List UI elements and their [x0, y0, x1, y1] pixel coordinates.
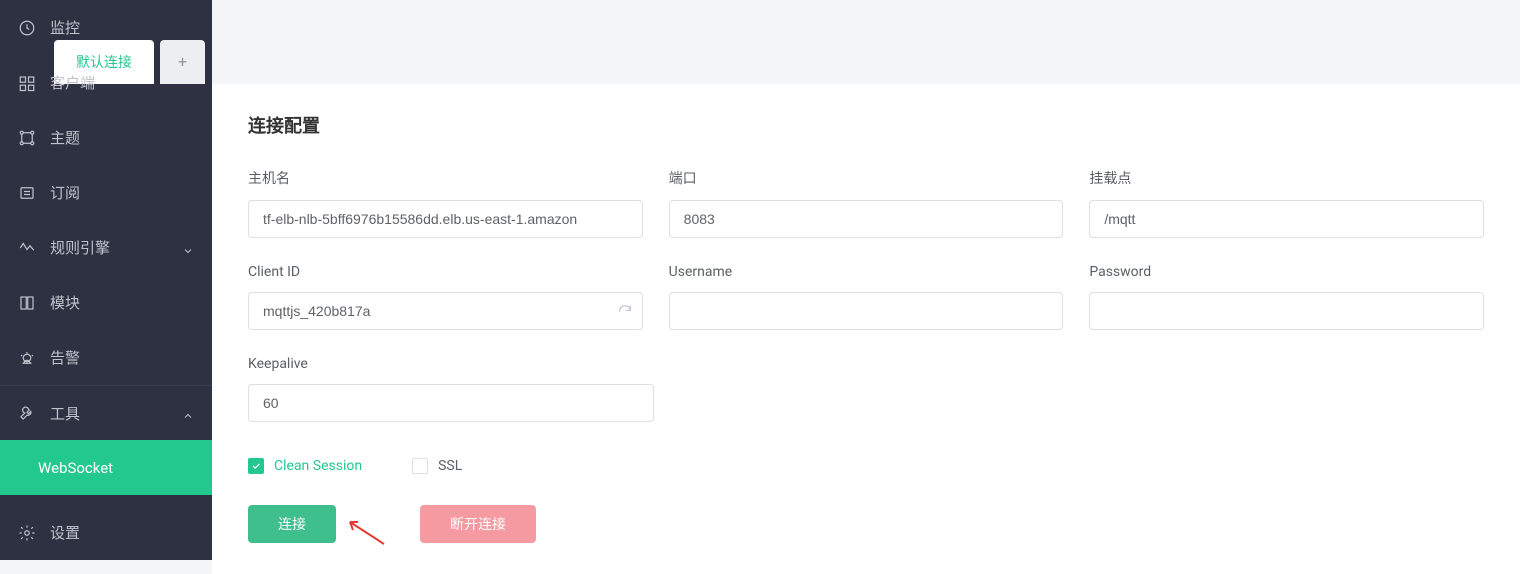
connect-button[interactable]: 连接: [248, 505, 336, 543]
sidebar-item-label: 客户端: [50, 72, 95, 93]
client-id-label: Client ID: [248, 264, 643, 280]
port-label: 端口: [669, 168, 1064, 188]
main-content: 默认连接 + 连接配置 主机名 端口 挂载点: [212, 0, 1520, 560]
keepalive-label: Keepalive: [248, 356, 654, 372]
sidebar-item-label: 主题: [50, 127, 80, 148]
rules-icon: [18, 239, 36, 257]
sidebar-item-alarm[interactable]: 告警: [0, 330, 212, 385]
sidebar-item-topics[interactable]: 主题: [0, 110, 212, 165]
sidebar-item-label: 订阅: [50, 182, 80, 203]
sidebar-item-tools[interactable]: 工具: [0, 385, 212, 440]
port-input[interactable]: [669, 200, 1064, 238]
sidebar-item-websocket[interactable]: WebSocket: [0, 440, 212, 495]
clients-icon: [18, 74, 36, 92]
password-label: Password: [1089, 264, 1484, 280]
subscriptions-icon: [18, 184, 36, 202]
mount-label: 挂载点: [1089, 168, 1484, 188]
ssl-label: SSL: [438, 458, 462, 474]
clean-session-checkbox[interactable]: Clean Session: [248, 458, 362, 474]
tools-icon: [18, 404, 36, 422]
section-title: 连接配置: [248, 112, 1484, 138]
mount-input[interactable]: [1089, 200, 1484, 238]
username-label: Username: [669, 264, 1064, 280]
keepalive-input[interactable]: [248, 384, 654, 422]
checkbox-unchecked-icon: [412, 458, 428, 474]
sidebar-item-label: 告警: [50, 347, 80, 368]
field-client-id: Client ID: [248, 264, 643, 330]
username-input[interactable]: [669, 292, 1064, 330]
tabs: 默认连接 +: [14, 20, 1520, 84]
sidebar-item-clients[interactable]: 客户端: [0, 55, 212, 110]
sidebar-item-label: 模块: [50, 292, 80, 313]
sidebar-item-modules[interactable]: 模块: [0, 275, 212, 330]
field-username: Username: [669, 264, 1064, 330]
clean-session-label: Clean Session: [274, 458, 362, 474]
sidebar-item-label: 规则引擎: [50, 237, 110, 258]
sidebar-item-label: WebSocket: [38, 459, 113, 477]
chevron-down-icon: [182, 242, 194, 254]
sidebar-item-monitor[interactable]: 监控: [0, 0, 212, 55]
sidebar-item-label: 监控: [50, 17, 80, 38]
checkbox-checked-icon: [248, 458, 264, 474]
host-input[interactable]: [248, 200, 643, 238]
topics-icon: [18, 129, 36, 147]
gear-icon: [18, 524, 36, 542]
ssl-checkbox[interactable]: SSL: [412, 458, 462, 474]
field-mount: 挂载点: [1089, 168, 1484, 238]
annotation-arrow: [344, 522, 384, 546]
alarm-icon: [18, 349, 36, 367]
refresh-icon[interactable]: [617, 303, 633, 319]
host-label: 主机名: [248, 168, 643, 188]
sidebar-item-label: 工具: [50, 403, 80, 424]
password-input[interactable]: [1089, 292, 1484, 330]
sidebar-item-rules[interactable]: 规则引擎: [0, 220, 212, 275]
sidebar-item-settings[interactable]: 设置: [0, 505, 212, 560]
field-password: Password: [1089, 264, 1484, 330]
dashboard-icon: [18, 19, 36, 37]
chevron-up-icon: [182, 407, 194, 419]
sidebar: 监控 客户端 主题 订阅 规则引擎 模块: [0, 0, 212, 560]
field-keepalive: Keepalive: [248, 356, 654, 422]
disconnect-button[interactable]: 断开连接: [420, 505, 536, 543]
modules-icon: [18, 294, 36, 312]
field-port: 端口: [669, 168, 1064, 238]
field-host: 主机名: [248, 168, 643, 238]
sidebar-item-subscriptions[interactable]: 订阅: [0, 165, 212, 220]
client-id-input[interactable]: [248, 292, 643, 330]
sidebar-item-label: 设置: [50, 522, 80, 543]
